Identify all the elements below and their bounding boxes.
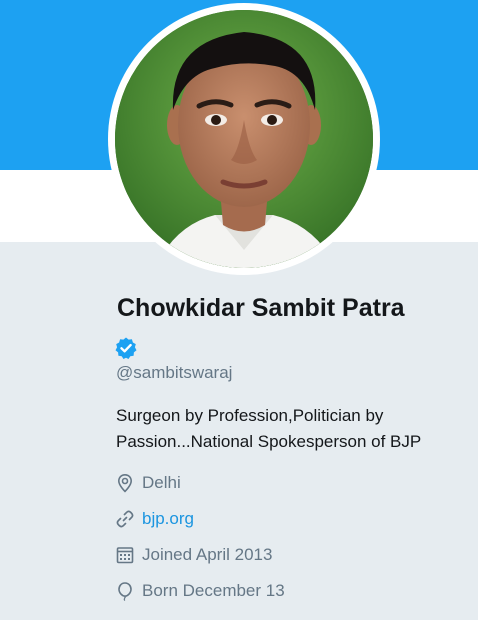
profile-birthday: Born December 13 [115, 579, 285, 603]
verified-badge-icon [115, 337, 137, 359]
joined-text: Joined April 2013 [142, 545, 273, 564]
profile-display-name[interactable]: Chowkidar Sambit Patra [117, 294, 405, 323]
profile-handle[interactable]: @sambitswaraj [116, 363, 232, 383]
avatar-ring [108, 3, 380, 275]
profile-bio: Surgeon by Profession,Politician by Pass… [116, 406, 422, 451]
profile-website[interactable]: bjp.org [115, 507, 194, 531]
born-text: Born December 13 [142, 581, 285, 600]
avatar[interactable] [115, 10, 373, 268]
balloon-icon [118, 582, 132, 601]
link-icon [116, 510, 134, 528]
profile-location: Delhi [115, 471, 181, 495]
website-link[interactable]: bjp.org [142, 509, 194, 529]
calendar-icon [116, 547, 134, 564]
avatar-image [115, 10, 373, 268]
profile-joined: Joined April 2013 [115, 543, 272, 567]
location-pin-icon [117, 473, 133, 493]
location-text: Delhi [142, 473, 181, 492]
